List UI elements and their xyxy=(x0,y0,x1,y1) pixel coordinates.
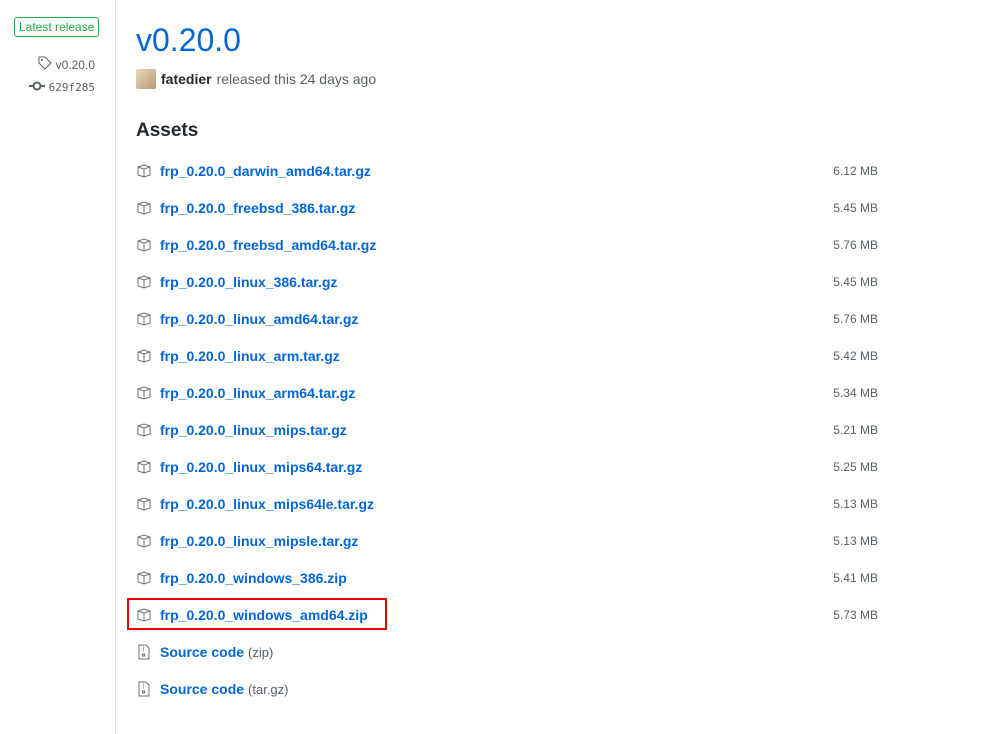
release-sidebar: Latest release v0.20.0 629f285 xyxy=(0,0,116,734)
tag-icon xyxy=(38,56,52,73)
asset-link[interactable]: frp_0.20.0_linux_amd64.tar.gz xyxy=(160,311,358,327)
asset-link[interactable]: frp_0.20.0_linux_mips64.tar.gz xyxy=(160,459,362,475)
commit-icon xyxy=(28,80,45,94)
asset-row: frp_0.20.0_windows_386.zip 5.41 MB xyxy=(136,567,878,589)
source-format: (zip) xyxy=(248,644,274,660)
asset-size: 5.34 MB xyxy=(833,386,878,400)
asset-size: 5.13 MB xyxy=(833,534,878,548)
source-code-link[interactable]: Source code xyxy=(160,681,244,697)
source-format: (tar.gz) xyxy=(248,681,289,697)
package-icon xyxy=(136,200,152,216)
package-icon xyxy=(136,570,152,586)
asset-row: frp_0.20.0_linux_386.tar.gz 5.45 MB xyxy=(136,271,878,293)
package-icon xyxy=(136,422,152,438)
file-zip-icon xyxy=(136,681,152,697)
release-title[interactable]: v0.20.0 xyxy=(136,22,241,59)
tag-label: v0.20.0 xyxy=(55,57,95,72)
asset-size: 5.45 MB xyxy=(833,201,878,215)
release-byline: fatedier released this 24 days ago xyxy=(136,69,376,89)
asset-row: frp_0.20.0_linux_mipsle.tar.gz 5.13 MB xyxy=(136,530,878,552)
asset-row: frp_0.20.0_freebsd_386.tar.gz 5.45 MB xyxy=(136,197,878,219)
source-row: Source code (tar.gz) xyxy=(136,678,878,700)
asset-row: frp_0.20.0_linux_arm64.tar.gz 5.34 MB xyxy=(136,382,878,404)
package-icon xyxy=(136,274,152,290)
asset-link[interactable]: frp_0.20.0_linux_arm64.tar.gz xyxy=(160,385,355,401)
source-row: Source code (zip) xyxy=(136,641,878,663)
asset-size: 5.76 MB xyxy=(833,312,878,326)
author-link[interactable]: fatedier xyxy=(161,71,212,87)
tag-link[interactable]: v0.20.0 xyxy=(38,56,95,73)
asset-link[interactable]: frp_0.20.0_freebsd_386.tar.gz xyxy=(160,200,355,216)
latest-release-badge: Latest release xyxy=(14,17,100,37)
asset-link[interactable]: frp_0.20.0_linux_mips.tar.gz xyxy=(160,422,347,438)
asset-row: frp_0.20.0_darwin_amd64.tar.gz 6.12 MB xyxy=(136,160,878,182)
asset-size: 5.21 MB xyxy=(833,423,878,437)
asset-link[interactable]: frp_0.20.0_windows_386.zip xyxy=(160,570,347,586)
asset-link[interactable]: frp_0.20.0_linux_386.tar.gz xyxy=(160,274,337,290)
asset-row: frp_0.20.0_linux_arm.tar.gz 5.42 MB xyxy=(136,345,878,367)
asset-row: frp_0.20.0_freebsd_amd64.tar.gz 5.76 MB xyxy=(136,234,878,256)
asset-row: frp_0.20.0_linux_amd64.tar.gz 5.76 MB xyxy=(136,308,878,330)
asset-size: 5.73 MB xyxy=(833,608,878,622)
asset-link[interactable]: frp_0.20.0_linux_arm.tar.gz xyxy=(160,348,340,364)
package-icon xyxy=(136,348,152,364)
package-icon xyxy=(136,496,152,512)
avatar[interactable] xyxy=(136,69,156,89)
asset-size: 5.45 MB xyxy=(833,275,878,289)
highlight-box xyxy=(127,598,387,630)
package-icon xyxy=(136,533,152,549)
asset-size: 6.12 MB xyxy=(833,164,878,178)
asset-size: 5.41 MB xyxy=(833,571,878,585)
release-time: released this 24 days ago xyxy=(216,71,377,87)
commit-link[interactable]: 629f285 xyxy=(28,80,95,94)
asset-size: 5.25 MB xyxy=(833,460,878,474)
asset-row: frp_0.20.0_linux_mips.tar.gz 5.21 MB xyxy=(136,419,878,441)
assets-heading: Assets xyxy=(136,120,199,141)
asset-link[interactable]: frp_0.20.0_linux_mips64le.tar.gz xyxy=(160,496,374,512)
asset-link[interactable]: frp_0.20.0_freebsd_amd64.tar.gz xyxy=(160,237,376,253)
asset-size: 5.42 MB xyxy=(833,349,878,363)
file-zip-icon xyxy=(136,644,152,660)
asset-row: frp_0.20.0_linux_mips64.tar.gz 5.25 MB xyxy=(136,456,878,478)
package-icon xyxy=(136,237,152,253)
source-code-link[interactable]: Source code xyxy=(160,644,244,660)
asset-link[interactable]: frp_0.20.0_linux_mipsle.tar.gz xyxy=(160,533,358,549)
package-icon xyxy=(136,311,152,327)
asset-row: frp_0.20.0_linux_mips64le.tar.gz 5.13 MB xyxy=(136,493,878,515)
commit-hash: 629f285 xyxy=(48,80,95,94)
package-icon xyxy=(136,385,152,401)
package-icon xyxy=(136,163,152,179)
package-icon xyxy=(136,459,152,475)
asset-size: 5.13 MB xyxy=(833,497,878,511)
asset-size: 5.76 MB xyxy=(833,238,878,252)
asset-link[interactable]: frp_0.20.0_darwin_amd64.tar.gz xyxy=(160,163,371,179)
